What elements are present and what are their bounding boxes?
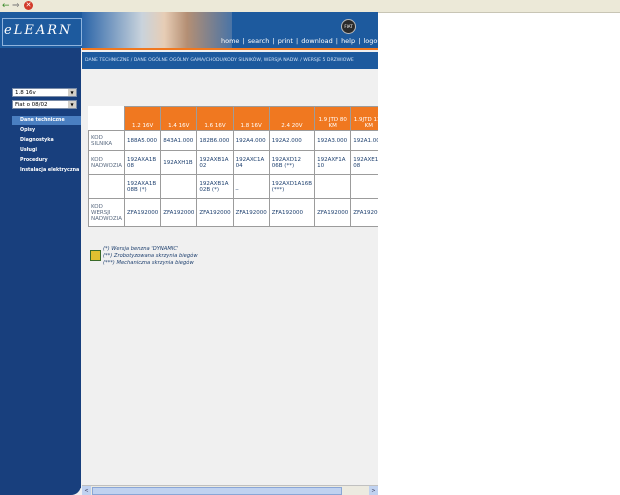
header-divider xyxy=(82,48,378,50)
legend-item: (**) Zrobotyzowana skrzynia biegów xyxy=(103,253,198,259)
forward-arrow-icon[interactable]: ⇒ xyxy=(12,1,20,11)
header: eLEARN FIAT home | search | print | down… xyxy=(0,12,378,48)
sidebar-item-instalacja-elektryczna[interactable]: Instalacja elektryczna xyxy=(12,166,81,175)
horizontal-scrollbar[interactable]: < > xyxy=(82,485,378,495)
table-cell: 192AXA1B 08B (*) xyxy=(124,174,162,199)
nav-download-link[interactable]: download xyxy=(301,37,332,45)
legend-item: (***) Mechaniczna skrzynia biegów xyxy=(103,260,194,266)
table-cell: 843A1.000 xyxy=(160,130,198,151)
table-header-cell: 1.6 16V xyxy=(196,106,234,131)
nav-help-link[interactable]: help xyxy=(341,37,355,45)
sidebar-item-dane-techniczne[interactable]: Dane techniczne xyxy=(12,116,81,125)
table-cell: 192AXA1B 08 xyxy=(124,150,162,175)
header-photo xyxy=(82,12,232,48)
engine-select[interactable]: 1.8 16v ▼ xyxy=(12,88,77,97)
table-header-cell: 1.4 16V xyxy=(160,106,198,131)
nav-logout-link[interactable]: logout xyxy=(363,37,378,45)
table-row-label: KOD WERSJI NADWOZIA xyxy=(87,198,126,227)
table-header-cell: 1.8 16V xyxy=(232,106,270,131)
breadcrumb: DANE TECHNICZNE / DANE OGÓLNE OGÓLNY GAM… xyxy=(82,52,378,69)
table-cell: ZFA192000 xyxy=(232,198,270,227)
chevron-down-icon[interactable]: ▼ xyxy=(68,89,76,96)
table-cell xyxy=(350,174,378,199)
table-cell: ZFA192000 xyxy=(268,198,316,227)
legend: (*) Wersja benzna 'DYNAMIC' (**) Zroboty… xyxy=(103,246,198,267)
chevron-down-icon[interactable]: ▼ xyxy=(68,101,76,108)
table-header-cell: 1.9JTD 115 KM xyxy=(350,106,378,131)
nav-home-link[interactable]: home xyxy=(221,37,239,45)
table-cell: 192A1.000 xyxy=(350,130,378,151)
brand-badge-icon: FIAT xyxy=(341,19,356,34)
table-row-label: KOD SILNIKA xyxy=(87,130,126,151)
table-cell: 192AXF1A 10 xyxy=(314,150,352,175)
table-row: KOD SILNIKA 188A5.000 843A1.000 182B6.00… xyxy=(87,130,378,151)
app-frame: eLEARN FIAT home | search | print | down… xyxy=(0,12,378,495)
table-cell: ZFA192000 xyxy=(160,198,198,227)
table-row: 192AXA1B 08B (*) 192AXB1A 02B (*) _ 192A… xyxy=(87,174,378,199)
sidebar-item-diagnostyka[interactable]: Diagnostyka xyxy=(12,136,81,145)
table-cell: 192AXE1A 08 xyxy=(350,150,378,175)
sidebar-footer xyxy=(0,476,81,495)
sidebar xyxy=(0,48,81,488)
table-cell: 192AXC1A 04 xyxy=(232,150,270,175)
scroll-right-icon[interactable]: > xyxy=(369,486,378,495)
technical-data-table: 1.2 16V 1.4 16V 1.6 16V 1.8 16V 2.4 20V … xyxy=(87,106,378,227)
table-header-cell: 1.2 16V xyxy=(124,106,162,131)
table-row-label xyxy=(87,174,126,199)
table-row-label: KOD NADWOZIA xyxy=(87,150,126,175)
model-select[interactable]: Fiat o 08/02 ▼ xyxy=(12,100,77,109)
table-cell: ZFA192000 xyxy=(314,198,352,227)
table-cell: _ xyxy=(232,174,270,199)
table-cell: ZFA192000 xyxy=(350,198,378,227)
table-cell: 192AXH1B xyxy=(160,150,198,175)
table-row: KOD WERSJI NADWOZIA ZFA192000 ZFA192000 … xyxy=(87,198,378,227)
legend-item: (*) Wersja benzna 'DYNAMIC' xyxy=(103,246,179,252)
table-cell: 192AXB1A 02B (*) xyxy=(196,174,234,199)
sidebar-item-uslugi[interactable]: Usługi xyxy=(12,146,81,155)
table-cell: 192A4.000 xyxy=(232,130,270,151)
table-cell: 192A3.000 xyxy=(314,130,352,151)
scrollbar-thumb[interactable] xyxy=(92,487,342,495)
table-cell xyxy=(160,174,198,199)
table-cell: 192A2.000 xyxy=(268,130,316,151)
print-icon[interactable] xyxy=(90,250,101,261)
table-cell: 192AXB1A 02 xyxy=(196,150,234,175)
back-arrow-icon[interactable]: ← xyxy=(2,1,10,11)
table-header-row: 1.2 16V 1.4 16V 1.6 16V 1.8 16V 2.4 20V … xyxy=(88,106,378,131)
top-navigation: home | search | print | download | help … xyxy=(220,37,378,45)
stop-icon[interactable]: ✕ xyxy=(24,1,33,10)
table-cell: 188A5.000 xyxy=(124,130,162,151)
model-select-value: Fiat o 08/02 xyxy=(15,102,48,108)
engine-select-value: 1.8 16v xyxy=(15,90,36,96)
table-cell: 192AXD12 06B (**) xyxy=(268,150,316,175)
nav-print-link[interactable]: print xyxy=(278,37,293,45)
nav-search-link[interactable]: search xyxy=(248,37,270,45)
table-header-cell xyxy=(88,106,125,131)
logo: eLEARN xyxy=(4,23,73,38)
table-row: KOD NADWOZIA 192AXA1B 08 192AXH1B 192AXB… xyxy=(87,150,378,175)
sidebar-item-opisy[interactable]: Opisy xyxy=(12,126,81,135)
sidebar-item-procedury[interactable]: Procedury xyxy=(12,156,81,165)
table-cell: ZFA192000 xyxy=(196,198,234,227)
scroll-left-icon[interactable]: < xyxy=(82,486,91,495)
table-cell: 182B6.000 xyxy=(196,130,234,151)
table-cell xyxy=(314,174,352,199)
table-header-cell: 2.4 20V xyxy=(268,106,316,131)
table-header-cell: 1.9 JTD 80 KM xyxy=(314,106,352,131)
table-cell: ZFA192000 xyxy=(124,198,162,227)
table-cell: 192AXD1A16B (***) xyxy=(268,174,316,199)
